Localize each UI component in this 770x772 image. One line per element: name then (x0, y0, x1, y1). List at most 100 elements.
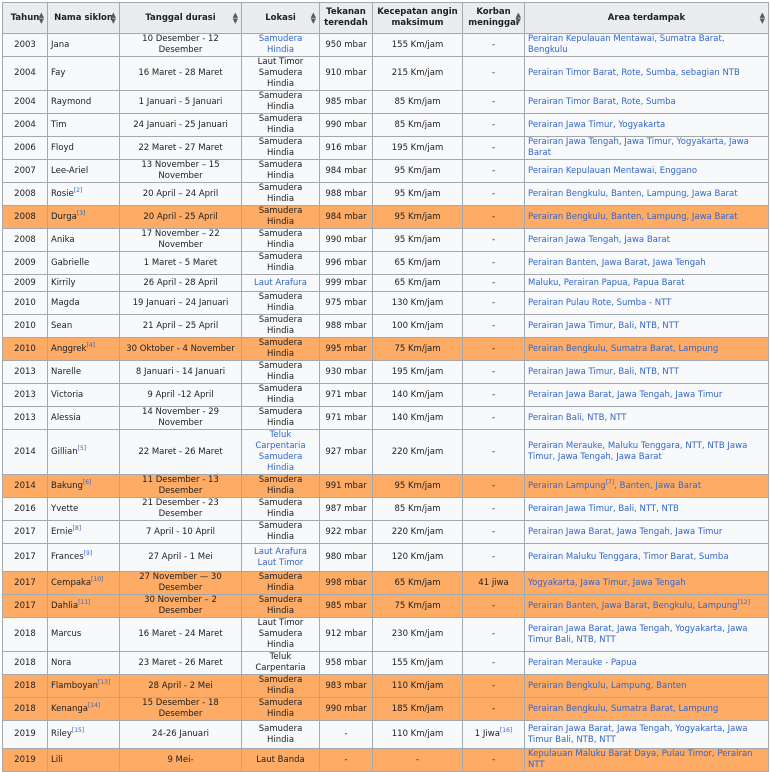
citation-link[interactable]: [5] (78, 445, 87, 452)
area-text[interactable]: Perairan Banten, Jawa Barat, Jawa Tengah (528, 258, 706, 268)
cell-date: 1 Maret - 5 Maret (119, 251, 242, 275)
date-text: 20 April - 25 April (143, 211, 218, 222)
area-text[interactable]: Perairan Bengkulu, Sumatra Barat, Lampun… (528, 344, 718, 354)
area-text[interactable]: Perairan Jawa Barat, Jawa Tengah, Jawa T… (528, 527, 722, 537)
area-text[interactable]: Perairan Maluku Tenggara, Timor Barat, S… (528, 552, 729, 562)
cell-area: Perairan Bengkulu, Banten, Lampung, Jawa… (524, 182, 769, 206)
col-header-tekanan[interactable]: Tekanan terendah (319, 2, 373, 34)
cell-date: 30 Oktober - 4 November (119, 337, 242, 361)
cyclone-name: Narelle (51, 366, 82, 377)
citation-link[interactable]: [3] (77, 210, 86, 217)
area-text[interactable]: Perairan Kepulauan Mentawai, Enggano (528, 166, 697, 176)
citation-link[interactable]: [10] (91, 576, 103, 583)
col-header-tahun[interactable]: Tahun ▲ ▼ (2, 2, 48, 34)
area-text[interactable]: , Banten, Jawa Barat (614, 481, 701, 491)
citation-link[interactable]: [4] (86, 342, 95, 349)
cyclone-name: Victoria (51, 389, 84, 400)
area-text[interactable]: Perairan Jawa Barat, Jawa Tengah, Jawa T… (528, 390, 722, 400)
wind-text: 110 Km/jam (391, 729, 444, 739)
cell-area: Perairan Jawa Barat, Jawa Tengah, Yogyak… (524, 617, 769, 652)
sort-icon[interactable]: ▲ ▼ (760, 12, 765, 25)
cell-location: Samudera Hindia (241, 291, 320, 315)
area-text[interactable]: Perairan Bengkulu, Banten, Lampung, Jawa… (528, 212, 738, 222)
date-text: 27 April - 1 Mei (148, 552, 213, 562)
location-text[interactable]: Laut Arafura (245, 547, 316, 558)
sort-icon[interactable]: ▲ ▼ (111, 12, 116, 25)
location-text[interactable]: Laut Timor (245, 558, 316, 569)
col-header-area[interactable]: Area terdampak ▲ ▼ (524, 2, 769, 34)
deaths-text: 41 jiwa (478, 577, 509, 588)
wind-text: 95 Km/jam (394, 480, 441, 491)
col-header-kecepatan[interactable]: Kecepatan angin maksimum (372, 2, 463, 34)
col-header-lokasi[interactable]: Lokasi ▲ ▼ (241, 2, 320, 34)
wind-text: 220 Km/jam (391, 526, 444, 537)
cell-wind: 95 Km/jam (372, 205, 463, 229)
wind-text: 65 Km/jam (394, 277, 441, 288)
area-text[interactable]: Yogyakarta, Jawa Timur, Jawa Tengah (528, 578, 686, 588)
cell-date: 28 April - 2 Mei (119, 674, 242, 698)
area-text[interactable]: Perairan Merauke - Papua (528, 658, 637, 668)
area-text[interactable]: Perairan Jawa Timur, Bali, NTB, NTT (528, 367, 679, 377)
citation-link[interactable]: [8] (73, 525, 82, 532)
area-text[interactable]: Perairan Jawa Tengah, Jawa Barat (528, 235, 670, 245)
area-text[interactable]: Perairan Banten, Jawa Barat, Bengkulu, L… (528, 601, 738, 611)
cell-pressure: 985 mbar (319, 90, 373, 114)
area-text[interactable]: Perairan Jawa Barat, Jawa Tengah, Yogyak… (528, 624, 748, 645)
cell-area: Perairan Kepulauan Mentawai, Enggano (524, 159, 769, 183)
area-text[interactable]: Perairan Lampung (528, 481, 606, 491)
area-text[interactable]: Kepulauan Maluku Barat Daya, Pulau Timor… (528, 749, 753, 770)
area-text[interactable]: Perairan Timor Barat, Rote, Sumba, sebag… (528, 68, 740, 78)
area-text[interactable]: Perairan Jawa Timur, Bali, NTT, NTB (528, 504, 679, 514)
citation-link[interactable]: [2] (74, 187, 83, 194)
area-text[interactable]: Perairan Timor Barat, Rote, Sumba (528, 97, 676, 107)
citation-link[interactable]: [15] (72, 727, 84, 734)
area-text[interactable]: Perairan Bali, NTB, NTT (528, 413, 626, 423)
cell-year: 2009 (2, 274, 48, 292)
sort-icon[interactable]: ▲ ▼ (39, 12, 44, 25)
wind-text: 215 Km/jam (391, 68, 444, 78)
deaths-text: - (491, 657, 496, 668)
citation-link[interactable]: [7] (606, 479, 615, 486)
pressure-text: 980 mbar (325, 552, 367, 562)
location-text[interactable]: Laut Arafura (245, 278, 316, 289)
deaths-text: - (491, 211, 496, 222)
cell-area: Perairan Jawa Barat, Jawa Tengah, Yogyak… (524, 720, 769, 749)
area-text[interactable]: Perairan Merauke, Maluku Tenggara, NTT, … (528, 441, 747, 462)
table-row: 2006 Floyd 22 Maret - 27 Maret Samudera Hin… (2, 136, 769, 160)
cell-date: 9 April -12 April (119, 383, 242, 407)
year-text: 2010 (14, 297, 36, 308)
area-text[interactable]: Perairan Jawa Timur, Yogyakarta (528, 120, 665, 130)
sort-icon[interactable]: ▲ ▼ (233, 12, 238, 25)
citation-link[interactable]: [12] (738, 599, 750, 606)
cell-year: 2014 (2, 474, 48, 498)
cell-deaths: - (462, 474, 525, 498)
area-text[interactable]: Perairan Bengkulu, Sumatra Barat, Lampun… (528, 704, 718, 714)
citation-link[interactable]: [14] (88, 702, 100, 709)
area-text[interactable]: Perairan Jawa Timur, Bali, NTB, NTT (528, 321, 679, 331)
citation-link[interactable]: [9] (84, 550, 93, 557)
cell-pressure: 984 mbar (319, 159, 373, 183)
wind-text: 95 Km/jam (394, 165, 441, 176)
col-header-korban[interactable]: Korban meninggal ▲ ▼ (462, 2, 525, 34)
sort-icon[interactable]: ▲ ▼ (311, 12, 316, 25)
citation-link[interactable]: [13] (98, 679, 110, 686)
location-text[interactable]: Samudera Hindia (245, 34, 316, 56)
area-text[interactable]: Perairan Bengkulu, Lampung, Banten (528, 681, 687, 691)
area-text[interactable]: Maluku, Perairan Papua, Papua Barat (528, 278, 685, 288)
citation-link[interactable]: [11] (78, 599, 90, 606)
area-text[interactable]: Perairan Pulau Rote, Sumba - NTT (528, 298, 671, 308)
location-text[interactable]: Teluk Carpentaria (245, 430, 316, 452)
citation-link[interactable]: [16] (500, 727, 512, 734)
col-header-nama[interactable]: Nama siklon ▲ ▼ (47, 2, 120, 34)
area-text[interactable]: Perairan Jawa Tengah, Jawa Timur, Yogyak… (528, 137, 749, 158)
table-row: 2018 Flamboyan[13] 28 April - 2 Mei Samuder… (2, 674, 769, 698)
area-text[interactable]: Perairan Bengkulu, Banten, Lampung, Jawa… (528, 189, 738, 199)
sort-icon[interactable]: ▲ ▼ (516, 12, 521, 25)
area-text[interactable]: Perairan Jawa Barat, Jawa Tengah, Yogyak… (528, 724, 748, 745)
area-text[interactable]: Perairan Kepulauan Mentawai, Sumatra Bar… (528, 34, 725, 55)
cell-date: 21 Desember - 23 Desember (119, 497, 242, 521)
citation-link[interactable]: [6] (83, 479, 92, 486)
col-header-tanggal[interactable]: Tanggal durasi ▲ ▼ (119, 2, 242, 34)
cell-name: Kirrily (47, 274, 120, 292)
location-text[interactable]: Samudera Hindia (245, 452, 316, 474)
